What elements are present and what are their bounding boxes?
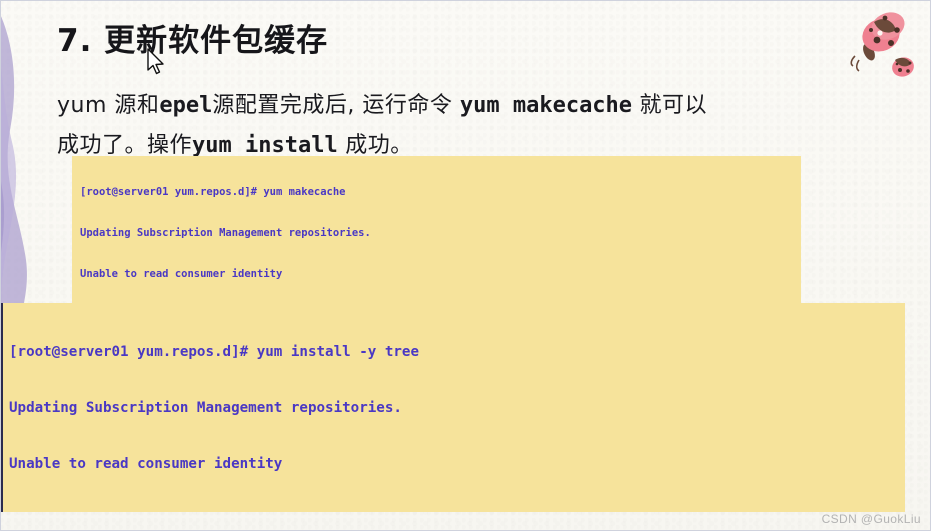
body-line-1-epel: epel xyxy=(159,93,213,118)
ladybug-small-icon xyxy=(892,57,914,77)
body-line-1-seg-1: yum 源和 xyxy=(57,93,160,118)
terminal-line: Updating Subscription Management reposit… xyxy=(80,226,371,239)
terminal-output-makecache: [root@server01 yum.repos.d]# yum makecac… xyxy=(72,156,801,304)
terminal-line: Unable to read consumer identity xyxy=(80,267,283,280)
body-line-2: 成功了。操作yum install 成功。 xyxy=(57,127,413,159)
body-line-1: yum 源和epel源配置完成后, 运行命令 yum makecache 就可以 xyxy=(57,87,707,119)
body-line-2-seg-1: 成功了。操作 xyxy=(57,133,193,158)
body-line-1-seg-5: 就可以 xyxy=(632,93,708,118)
body-line-2-command: yum install xyxy=(192,133,338,158)
terminal-line: [root@server01 yum.repos.d]# yum makecac… xyxy=(80,186,346,199)
page-title: 7. 更新软件包缓存 xyxy=(57,23,329,59)
ladybug-decoration-group xyxy=(850,12,914,77)
terminal-line: Unable to read consumer identity xyxy=(9,455,283,472)
terminal-output-install-tree: [root@server01 yum.repos.d]# yum install… xyxy=(0,303,905,512)
body-line-2-seg-3: 成功。 xyxy=(337,133,413,158)
body-line-1-seg-3: 源配置完成后, 运行命令 xyxy=(212,93,460,118)
ladybug-icon xyxy=(850,12,905,72)
terminal-line: [root@server01 yum.repos.d]# yum install… xyxy=(9,344,419,361)
terminal-line: This system is not registered to Red Hat… xyxy=(9,511,905,513)
slide-canvas: 7. 更新软件包缓存 yum 源和epel源配置完成后, 运行命令 yum ma… xyxy=(0,0,931,531)
terminal-line: Updating Subscription Management reposit… xyxy=(9,399,402,416)
body-line-1-command: yum makecache xyxy=(459,93,633,118)
csdn-watermark: CSDN @GuokLiu xyxy=(821,512,921,526)
